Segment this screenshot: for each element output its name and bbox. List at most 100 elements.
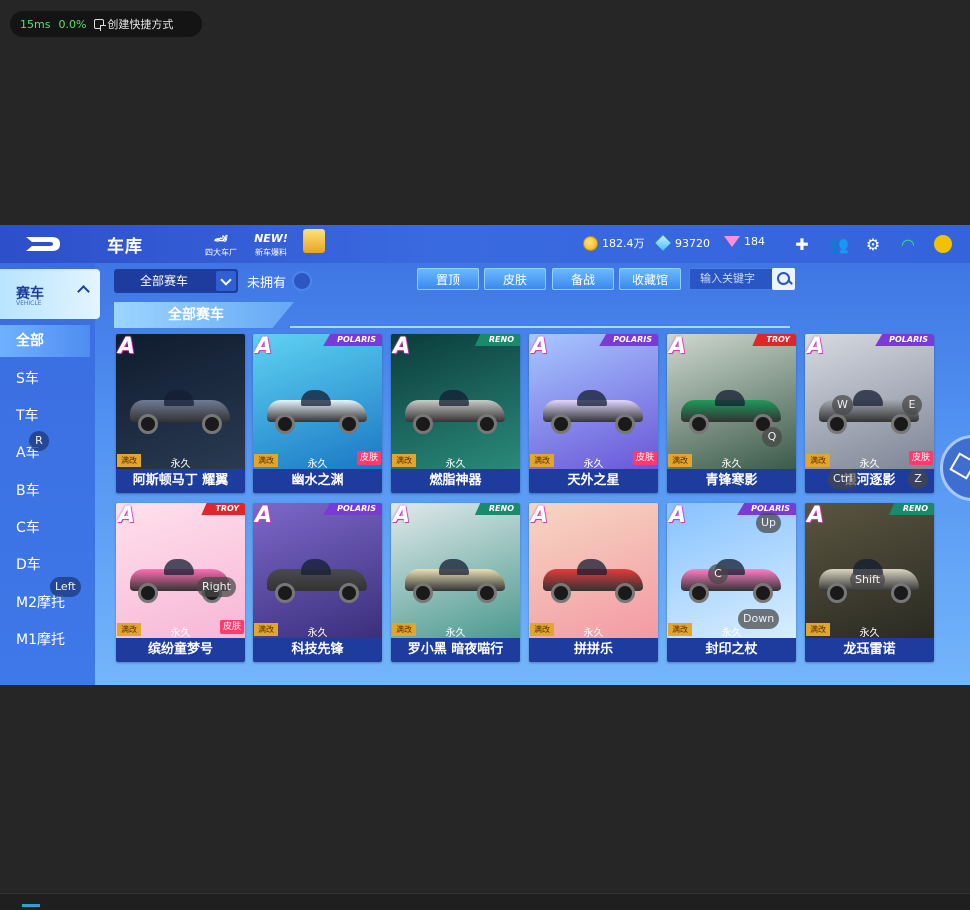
create-shortcut-label: 创建快捷方式	[107, 18, 174, 31]
game-logo-icon	[26, 237, 60, 251]
car-image	[529, 334, 658, 469]
sidebar-item[interactable]: T车	[0, 400, 90, 432]
chevron-down-icon[interactable]	[216, 271, 236, 291]
car-card[interactable]: A 满改 永久 阿斯顿马丁 耀翼	[116, 334, 245, 493]
brand-badge: TROY	[201, 503, 245, 515]
factory-button[interactable]: 🏎 四大车厂	[205, 229, 237, 258]
gift-button[interactable]	[303, 229, 325, 253]
brand-badge: RENO	[474, 503, 520, 515]
sidebar-item-label: M1摩托	[16, 632, 65, 648]
garage-screen: 车库 🏎 四大车厂 NEW! 新车爆料 182.4万 93720 184 ✚ 👥…	[0, 225, 970, 685]
grade-badge: A	[255, 334, 273, 359]
skin-button[interactable]: 皮肤	[484, 268, 546, 290]
car-name: 燃脂神器	[391, 469, 520, 493]
taskbar-indicator	[22, 904, 40, 907]
add-icon[interactable]: ✚	[791, 233, 813, 255]
car-card[interactable]: A TROY 满改 永久 青锋寒影	[667, 334, 796, 493]
car-name: 青锋寒影	[667, 469, 796, 493]
car-name: 幽水之渊	[253, 469, 382, 493]
vehicle-tab-sub: VEHICLE	[16, 300, 42, 307]
friends-icon[interactable]: 👥	[828, 233, 850, 255]
sidebar-item[interactable]: C车	[0, 512, 90, 544]
sidebar-item[interactable]: D车	[0, 549, 90, 581]
duration-text: 永久	[859, 628, 880, 639]
car-card[interactable]: A RENO 满改 永久 罗小黑 暗夜喵行	[391, 503, 520, 662]
sidebar-item[interactable]: S车	[0, 363, 90, 395]
skin-tag: 皮肤	[219, 620, 244, 634]
gift-box-icon	[303, 229, 325, 253]
sidebar-item[interactable]: B车	[0, 475, 90, 507]
car-filter-value: 全部赛车	[140, 274, 189, 288]
grade-badge: A	[669, 334, 687, 359]
side-drawer-handle[interactable]	[940, 435, 970, 501]
diamond-balance: 184	[724, 235, 765, 248]
not-owned-toggle[interactable]	[292, 271, 312, 291]
key-hint-z: Z	[908, 469, 928, 489]
key-hint-left: Left	[50, 577, 81, 597]
car-illustration	[681, 555, 781, 603]
car-image	[116, 503, 245, 638]
car-illustration	[267, 555, 367, 603]
car-illustration	[543, 555, 643, 603]
search-input[interactable]: 输入关键字	[689, 268, 773, 290]
sidebar-item-label: M2摩托	[16, 595, 65, 611]
sidebar-item[interactable]: M1摩托	[0, 624, 90, 656]
car-card[interactable]: A POLARIS 满改 永久 皮肤 天外之星	[529, 334, 658, 493]
sidebar-item-label: S车	[16, 371, 39, 387]
car-card[interactable]: A POLARIS 满改 永久 皮肤 幽水之渊	[253, 334, 382, 493]
diamond-value: 184	[744, 235, 765, 248]
create-shortcut-link[interactable]: 创建快捷方式	[94, 16, 173, 32]
search-button[interactable]	[772, 268, 795, 290]
ticket-value: 93720	[675, 236, 710, 250]
car-filter-select[interactable]: 全部赛车	[114, 269, 238, 293]
sidebar-item[interactable]: 全部	[0, 325, 90, 357]
car-illustration	[681, 386, 781, 434]
sidebar-item-label: D车	[16, 557, 41, 573]
shortcut-icon	[94, 19, 107, 31]
net-status-overlay: 15ms 0.0% 创建快捷方式	[10, 11, 202, 37]
grade-badge: A	[807, 503, 825, 528]
sidebar-item-label: B车	[16, 483, 40, 499]
vehicle-tab[interactable]: 赛车 VEHICLE	[0, 269, 100, 319]
sidebar-item-label: T车	[16, 408, 39, 424]
key-hint-q: Q	[762, 427, 782, 447]
key-hint-ctrl: Ctrl	[828, 469, 858, 489]
section-title: 全部赛车	[114, 302, 294, 328]
brand-badge: RENO	[888, 503, 934, 515]
key-hint-c: C	[708, 564, 728, 584]
prepare-button[interactable]: 备战	[552, 268, 614, 290]
ticket-balance: 93720	[653, 233, 710, 253]
car-image	[391, 503, 520, 638]
pin-top-button[interactable]: 置顶	[417, 268, 479, 290]
settings-icon[interactable]: ⚙	[862, 233, 884, 255]
brand-badge: POLARIS	[323, 334, 382, 346]
packet-loss-text: 0.0%	[58, 17, 87, 31]
key-hint-right: Right	[197, 577, 236, 597]
collection-button[interactable]: 收藏馆	[619, 268, 681, 290]
new-car-icon: NEW!	[254, 231, 288, 245]
grade-badge: A	[531, 503, 549, 528]
car-card[interactable]: A POLARIS 满改 永久 科技先锋	[253, 503, 382, 662]
sidebar-item-label: C车	[16, 520, 40, 536]
skin-tag: 皮肤	[908, 451, 933, 465]
grade-badge: A	[393, 334, 411, 359]
car-name: 罗小黑 暗夜喵行	[391, 638, 520, 662]
top-bar: 车库 🏎 四大车厂 NEW! 新车爆料 182.4万 93720 184 ✚ 👥…	[0, 225, 970, 263]
grade-badge: A	[669, 503, 687, 528]
avatar-icon[interactable]	[932, 233, 954, 255]
duration-text: 永久	[445, 628, 466, 639]
grade-badge: A	[807, 334, 825, 359]
new-car-news-button[interactable]: NEW! 新车爆料	[254, 229, 288, 258]
car-image	[116, 334, 245, 469]
car-card[interactable]: A RENO 满改 永久 燃脂神器	[391, 334, 520, 493]
car-illustration	[405, 555, 505, 603]
car-name: 天外之星	[529, 469, 658, 493]
key-hint-up: Up	[756, 513, 782, 533]
car-card[interactable]: A 满改 永久 拼拼乐	[529, 503, 658, 662]
key-hint-shift: Shift	[850, 570, 886, 590]
car-illustration	[543, 386, 643, 434]
car-image	[529, 503, 658, 638]
car-name: 龙珏雷诺	[805, 638, 934, 662]
car-image	[253, 503, 382, 638]
section-divider	[290, 326, 790, 328]
